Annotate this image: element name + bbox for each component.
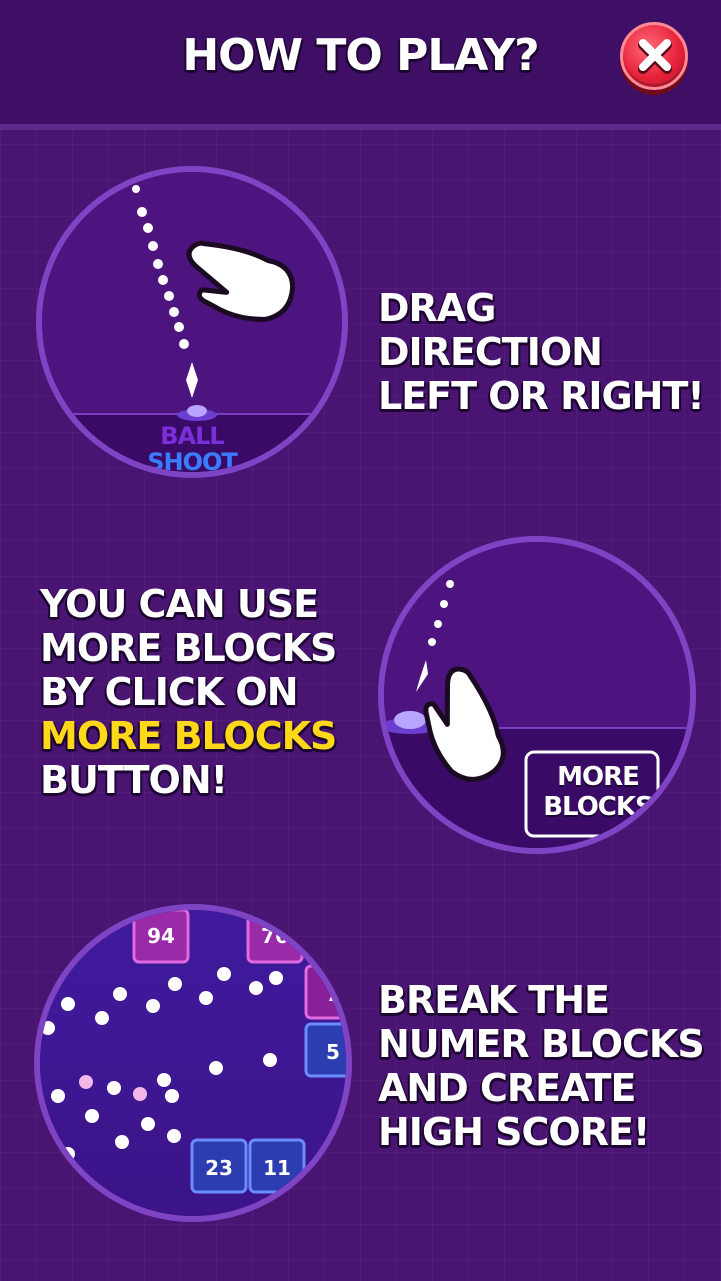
instruction-line: YOU CAN USE [40,582,319,626]
instruction-line: BUTTON! [40,758,228,802]
demo-circle-drag: BALL SHOOT [36,166,348,478]
number-block: 94 [147,924,175,948]
instruction-line: BY CLICK ON [40,670,299,714]
header-divider [0,124,721,130]
instruction-line: NUMER BLOCKS [378,1022,705,1066]
number-block: 11 [263,1156,291,1180]
demo-circle-break-blocks: 94 76 7 5 23 11 [34,904,352,1222]
more-blocks-label: MORE [557,762,640,792]
instruction-more-blocks: YOU CAN USE MORE BLOCKS BY CLICK ON MORE… [40,582,337,802]
instruction-line: HIGH SCORE! [378,1110,650,1154]
instruction-line: DRAG DIRECTION [378,286,603,374]
demo-circle-more-blocks: MORE BLOCKS [378,536,696,854]
page-title: HOW TO PLAY? [182,30,539,81]
instruction-highlight: MORE BLOCKS [40,714,337,758]
more-blocks-label: BLOCKS [543,792,654,822]
close-icon [638,39,672,74]
number-block: 5 [326,1040,340,1064]
number-block: 7 [326,982,340,1006]
number-block: 23 [205,1156,233,1180]
instruction-drag: DRAG DIRECTION LEFT OR RIGHT! [378,286,721,418]
instruction-break-blocks: BREAK THE NUMER BLOCKS AND CREATE HIGH S… [378,978,705,1154]
instruction-line: MORE BLOCKS [40,626,337,670]
more-blocks-button: MORE BLOCKS [532,762,664,822]
logo-word-shoot: SHOOT [147,448,238,476]
number-block: 76 [261,924,289,948]
instruction-line: AND CREATE [378,1066,636,1110]
instruction-line: LEFT OR RIGHT! [378,374,705,418]
logo-word-ball: BALL [160,422,224,450]
close-button[interactable] [620,22,688,90]
instruction-line: BREAK THE [378,978,610,1022]
